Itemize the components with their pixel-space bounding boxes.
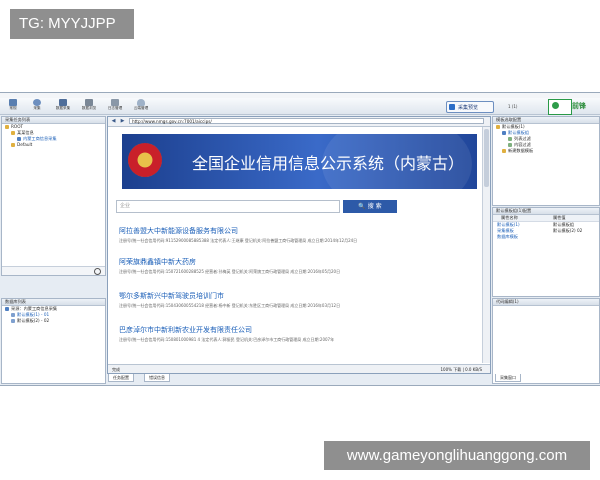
panel-title: 模板选取配置 xyxy=(493,117,599,124)
brand-logo xyxy=(548,99,572,115)
embedded-browser: ◀ ▶ http://www.nmgs.gov.cn:7001/aiccips/… xyxy=(107,116,491,374)
company-result[interactable]: 阿拉善盟大中新能源设备服务有限公司 注册号/统一社会信用代码:911529000… xyxy=(119,227,474,244)
cloud-icon xyxy=(137,99,145,106)
collect-preview-button[interactable]: 采集预览 xyxy=(446,101,494,113)
watermark-bottom-tag: www.gameyonglihuanggong.com xyxy=(324,441,590,470)
company-name-link[interactable]: 阿荣旗鼎鑫镇中新大药房 xyxy=(119,258,474,267)
brand-text: 前锋 xyxy=(572,102,586,110)
task-count: 1 (1) xyxy=(508,104,518,109)
tab-error-info[interactable]: 错误信息 xyxy=(144,374,170,382)
code-editor-panel: 代码编辑(1) 采集窗口 xyxy=(492,298,600,384)
site-title: 全国企业信用信息公示系统（内蒙古） xyxy=(192,154,465,173)
company-meta: 注册号/统一社会信用代码:150430600554218 经营者:杨中新 登记机… xyxy=(119,303,341,308)
panel-title: 代码编辑(1) xyxy=(493,299,599,306)
toolbar-label: 数据采集 xyxy=(55,106,71,110)
panel-title: 采集任务列表 xyxy=(2,117,105,124)
web-page: 全国企业信用信息公示系统（内蒙古） 企业 🔍 搜 索 阿拉善盟大中新能源设备服务… xyxy=(108,127,482,363)
logo-icon xyxy=(552,102,559,109)
task-icon xyxy=(17,137,21,141)
collect-icon xyxy=(33,99,41,106)
toolbar-label: 常规 xyxy=(9,106,17,110)
table-row[interactable]: 数据库模板 xyxy=(493,234,599,240)
site-banner: 全国企业信用信息公示系统（内蒙古） xyxy=(122,127,477,214)
browser-status-bar: 完成 100% 下载 | 0.0 KB/S xyxy=(108,364,490,373)
column-header: 属性值 xyxy=(553,215,566,220)
folder-icon xyxy=(5,125,9,129)
back-arrow-icon[interactable]: ◀ xyxy=(110,118,117,125)
address-bar: ◀ ▶ http://www.nmgs.gov.cn:7001/aiccips/ xyxy=(108,117,490,127)
company-meta: 注册号/统一社会信用代码:150801000981 4 法定代表人:郭振民 登记… xyxy=(119,337,335,342)
panel-title: 数据库列表 xyxy=(2,299,105,306)
filter-icon xyxy=(508,143,512,147)
folder-icon xyxy=(502,149,506,153)
search-button[interactable]: 🔍 搜 索 xyxy=(343,200,397,213)
panel-search-bar xyxy=(2,266,105,275)
company-meta: 注册号/统一社会信用代码:91152900085885388 法定代表人:王继康… xyxy=(119,238,358,243)
toolbar-label: 采集 xyxy=(33,106,41,110)
toolbar-button-collect[interactable]: 采集 xyxy=(26,99,48,113)
toolbar: 常规 采集 数据采集 数据浏览 日志管理 云端管理 采集预览 1 (1) 前锋 xyxy=(0,98,600,115)
download-status: 100% 下载 | 0.0 KB/S xyxy=(440,367,482,372)
database-icon xyxy=(59,99,67,106)
company-result[interactable]: 阿荣旗鼎鑫镇中新大药房 注册号/统一社会信用代码:150721600288525… xyxy=(119,258,474,275)
status-text: 完成 xyxy=(112,367,120,372)
folder-icon xyxy=(496,125,500,129)
folder-icon xyxy=(11,143,15,147)
folder-icon xyxy=(11,131,15,135)
table-icon xyxy=(11,319,15,323)
template-config-panel: 默认模板组(1)配置 属性名称 属性值 默认模板(1) 默认模板组 采集模板 默… xyxy=(492,207,600,297)
watermark-top-tag: TG: MYYJJPP xyxy=(10,9,134,39)
general-icon xyxy=(9,99,17,106)
national-emblem-icon xyxy=(128,143,162,177)
scrollbar-thumb[interactable] xyxy=(484,129,489,187)
company-result[interactable]: 巴彦淖尔市中新利新农业开发有限责任公司 注册号/统一社会信用代码:1508010… xyxy=(119,326,474,343)
company-meta: 注册号/统一社会信用代码:150721600288525 经营者:孙梅英 登记机… xyxy=(119,269,341,274)
tree-item-default[interactable]: Default xyxy=(2,142,105,148)
tab-task-config[interactable]: 任务配置 xyxy=(108,374,134,382)
company-name-link[interactable]: 阿拉善盟大中新能源设备服务有限公司 xyxy=(119,227,474,236)
task-list-panel: 采集任务列表 ROOT 某某信息 内蒙工商信息采集 Default xyxy=(1,116,106,276)
database-icon xyxy=(5,307,9,311)
tab-collect-window[interactable]: 采集窗口 xyxy=(495,374,521,382)
panel-title: 默认模板组(1)配置 xyxy=(493,208,599,215)
vertical-scrollbar[interactable] xyxy=(482,127,490,363)
search-icon[interactable] xyxy=(94,268,101,275)
bottom-tab-strip: 任务配置 错误信息 xyxy=(106,374,490,382)
log-icon xyxy=(111,99,119,106)
toolbar-label: 数据浏览 xyxy=(81,106,97,110)
company-result[interactable]: 鄂尔多斯新兴中新驾驶员培训门市 注册号/统一社会信用代码:15043060055… xyxy=(119,292,474,309)
database-list-panel: 数据库列表 采源：内蒙工商信息采集 默认模板(1) - 01 默认模板(2) -… xyxy=(1,298,106,384)
toolbar-label: 日志管理 xyxy=(107,106,123,110)
toolbar-label: 云端管理 xyxy=(133,106,149,110)
tree-item[interactable]: 新建数据模板 xyxy=(493,148,599,154)
template-select-panel: 模板选取配置 默认模板(1) 默认模板组 列表过滤 内容过滤 新建数据模板 xyxy=(492,116,600,206)
preview-icon xyxy=(449,104,455,110)
table-icon xyxy=(85,99,93,106)
toolbar-button-data-browse[interactable]: 数据浏览 xyxy=(78,99,100,113)
company-name-link[interactable]: 巴彦淖尔市中新利新农业开发有限责任公司 xyxy=(119,326,474,335)
toolbar-button-general[interactable]: 常规 xyxy=(2,99,24,113)
toolbar-button-data-collect[interactable]: 数据采集 xyxy=(52,99,74,113)
company-name-link[interactable]: 鄂尔多斯新兴中新驾驶员培训门市 xyxy=(119,292,474,301)
url-input[interactable]: http://www.nmgs.gov.cn:7001/aiccips/ xyxy=(129,118,484,124)
forward-arrow-icon[interactable]: ▶ xyxy=(119,118,126,125)
table-icon xyxy=(11,313,15,317)
table-header-row: 属性名称 属性值 xyxy=(493,215,599,222)
toolbar-button-log[interactable]: 日志管理 xyxy=(104,99,126,113)
tree-item[interactable]: 默认模板(2) - 02 xyxy=(2,318,105,324)
filter-icon xyxy=(508,137,512,141)
company-search-input[interactable]: 企业 xyxy=(116,200,340,213)
toolbar-button-cloud[interactable]: 云端管理 xyxy=(130,99,152,113)
template-icon xyxy=(502,131,506,135)
collector-app-window: 常规 采集 数据采集 数据浏览 日志管理 云端管理 采集预览 1 (1) 前锋 … xyxy=(0,92,600,386)
column-header: 属性名称 xyxy=(501,215,518,220)
